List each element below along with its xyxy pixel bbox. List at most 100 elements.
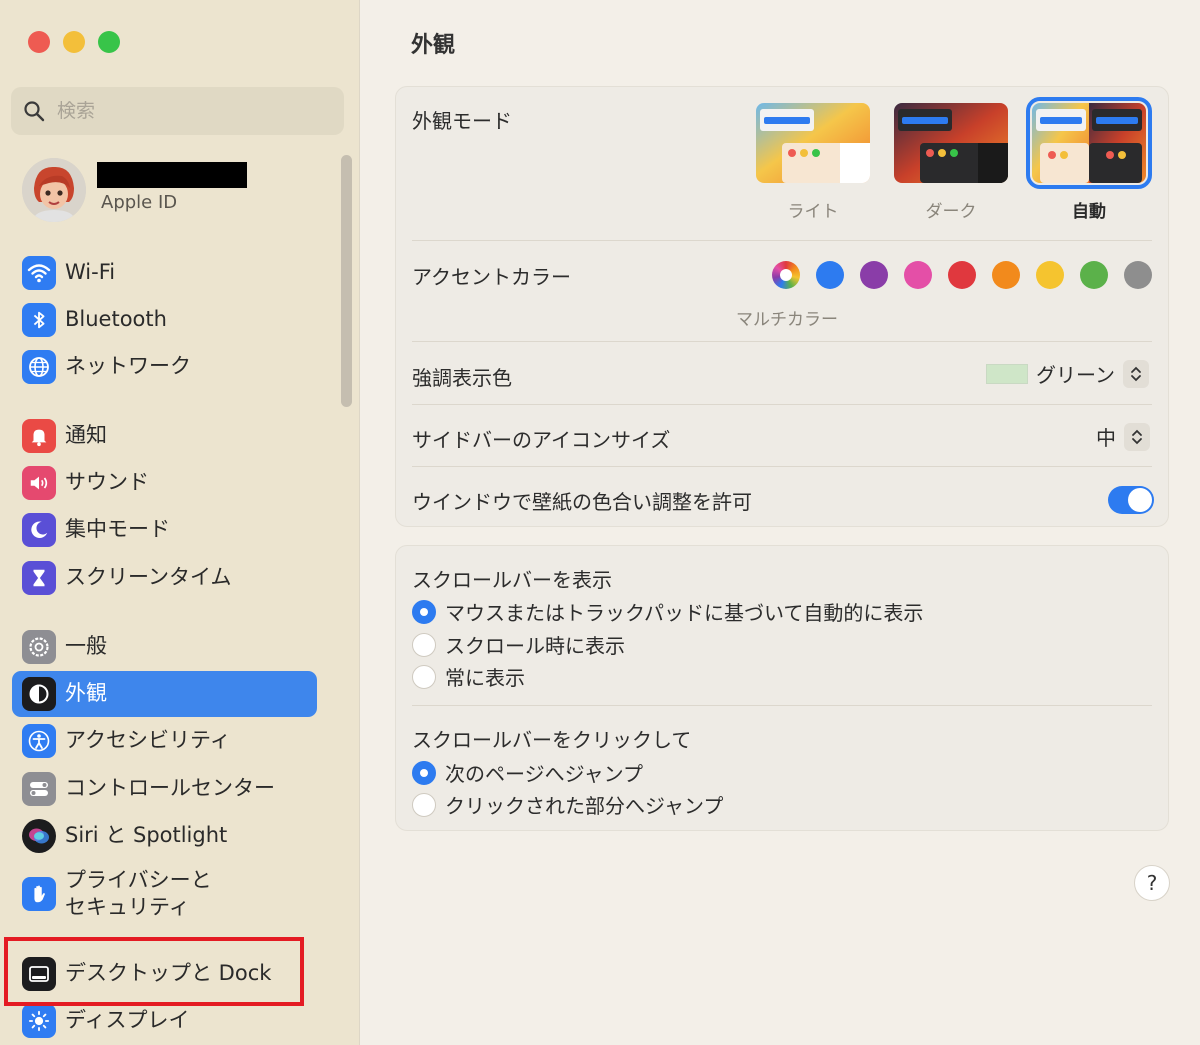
sidebar-item-label: 外観 xyxy=(65,681,107,706)
sidebar-scrollbar[interactable] xyxy=(341,155,352,407)
highlight-color-popup[interactable]: グリーン xyxy=(986,359,1149,388)
mode-light[interactable]: ライト xyxy=(756,103,870,222)
hand-icon xyxy=(22,877,56,911)
zoom-window-button[interactable] xyxy=(98,31,120,53)
network-icon xyxy=(22,350,56,384)
sidebar-item-label-line1: プライバシーと xyxy=(65,867,212,892)
appearance-icon xyxy=(22,677,56,711)
sidebar-item-label: プライバシーと セキュリティ xyxy=(65,867,212,922)
help-button[interactable]: ? xyxy=(1134,865,1170,901)
close-window-button[interactable] xyxy=(28,31,50,53)
mode-dark-caption: ダーク xyxy=(925,202,977,222)
search-input[interactable] xyxy=(57,100,317,122)
radio-dot xyxy=(412,760,436,785)
sidebar-item-focus[interactable]: 集中モード xyxy=(12,507,317,553)
accent-green-swatch[interactable] xyxy=(1080,261,1108,289)
accent-multicolor-swatch[interactable] xyxy=(772,261,800,289)
sidebar-item-label: スクリーンタイム xyxy=(65,565,232,590)
sidebar: Apple ID Wi-Fi Bluetooth ネットワーク 通知 サウンド xyxy=(0,0,360,1045)
gear-icon xyxy=(22,630,56,664)
sidebar-item-appearance[interactable]: 外観 xyxy=(12,671,317,717)
radio-dot xyxy=(412,664,436,689)
sidebar-item-wifi[interactable]: Wi-Fi xyxy=(12,250,317,296)
bluetooth-icon xyxy=(22,303,56,337)
avatar xyxy=(22,158,86,222)
sidebar-item-control-center[interactable]: コントロールセンター xyxy=(12,766,317,812)
sidebar-item-label: Bluetooth xyxy=(65,307,167,332)
accent-pink-swatch[interactable] xyxy=(904,261,932,289)
radio-dot xyxy=(412,599,436,624)
sidebar-icon-size-popup[interactable]: 中 xyxy=(1096,422,1150,451)
show-scrollbars-always-radio[interactable]: 常に表示 xyxy=(412,662,525,691)
accent-purple-swatch[interactable] xyxy=(860,261,888,289)
sidebar-item-label: コントロールセンター xyxy=(65,776,275,801)
accent-red-swatch[interactable] xyxy=(948,261,976,289)
mode-auto-thumbnail xyxy=(1026,97,1152,189)
sidebar-item-general[interactable]: 一般 xyxy=(12,624,317,670)
minimize-window-button[interactable] xyxy=(63,31,85,53)
sidebar-item-label: ディスプレイ xyxy=(65,1008,190,1033)
sidebar-item-sound[interactable]: サウンド xyxy=(12,460,317,506)
sidebar-icon-size-label: サイドバーのアイコンサイズ xyxy=(412,428,671,452)
display-icon xyxy=(22,1004,56,1038)
accent-orange-swatch[interactable] xyxy=(992,261,1020,289)
show-scrollbars-auto-radio[interactable]: マウスまたはトラックパッドに基づいて自動的に表示 xyxy=(412,597,923,626)
main-content: 外観 外観モード ライト ダーク 自動 アクセントカラー マルチカラー 強調表示… xyxy=(361,0,1200,1045)
appearance-panel: 外観モード ライト ダーク 自動 アクセントカラー マルチカラー 強調表示色 グ… xyxy=(395,86,1169,527)
divider xyxy=(412,240,1152,241)
apple-id-label: Apple ID xyxy=(101,192,178,213)
chevron-updown-icon xyxy=(1123,359,1149,388)
sidebar-item-label: Siri と Spotlight xyxy=(65,823,228,848)
accent-blue-swatch[interactable] xyxy=(816,261,844,289)
wallpaper-tinting-toggle[interactable] xyxy=(1108,486,1154,514)
radio-label: スクロール時に表示 xyxy=(445,634,625,658)
divider xyxy=(412,466,1152,467)
screen-time-icon xyxy=(22,561,56,595)
sidebar-item-screen-time[interactable]: スクリーンタイム xyxy=(12,555,317,601)
mode-dark[interactable]: ダーク xyxy=(894,103,1008,222)
divider xyxy=(412,341,1152,342)
radio-label: 常に表示 xyxy=(445,666,525,690)
jump-next-page-radio[interactable]: 次のページへジャンプ xyxy=(412,758,643,787)
sidebar-item-label: サウンド xyxy=(65,470,149,495)
sidebar-item-label: 集中モード xyxy=(65,517,170,542)
mode-auto-caption: 自動 xyxy=(1072,202,1106,222)
sidebar-item-privacy-security[interactable]: プライバシーと セキュリティ xyxy=(12,860,317,928)
accent-graphite-swatch[interactable] xyxy=(1124,261,1152,289)
radio-label: クリックされた部分へジャンプ xyxy=(445,794,724,818)
accessibility-icon xyxy=(22,724,56,758)
mode-light-caption: ライト xyxy=(787,202,839,222)
sidebar-item-siri-spotlight[interactable]: Siri と Spotlight xyxy=(12,813,317,859)
highlight-color-label: 強調表示色 xyxy=(412,366,512,390)
accent-multicolor-caption: マルチカラー xyxy=(736,310,838,330)
radio-dot xyxy=(412,792,436,817)
wifi-icon xyxy=(22,256,56,290)
show-scrollbars-when-scrolling-radio[interactable]: スクロール時に表示 xyxy=(412,630,625,659)
appearance-mode-label: 外観モード xyxy=(412,109,512,133)
sidebar-item-notifications[interactable]: 通知 xyxy=(12,413,317,459)
account-row[interactable] xyxy=(22,158,86,222)
sidebar-item-label: 一般 xyxy=(65,634,107,659)
search-icon xyxy=(24,101,45,122)
chevron-updown-icon xyxy=(1124,422,1150,451)
sidebar-item-label: Wi-Fi xyxy=(65,260,116,285)
click-scrollbar-label: スクロールバーをクリックして xyxy=(412,728,692,752)
sidebar-item-accessibility[interactable]: アクセシビリティ xyxy=(12,718,317,764)
sidebar-item-bluetooth[interactable]: Bluetooth xyxy=(12,297,317,343)
mode-auto[interactable]: 自動 xyxy=(1026,97,1152,222)
search-field[interactable] xyxy=(11,87,344,135)
sidebar-icon-size-value: 中 xyxy=(1096,426,1116,450)
wallpaper-tinting-label: ウインドウで壁紙の色合い調整を許可 xyxy=(412,490,752,514)
jump-clicked-spot-radio[interactable]: クリックされた部分へジャンプ xyxy=(412,790,723,819)
window-controls xyxy=(28,31,120,53)
toggle-knob xyxy=(1128,488,1152,512)
radio-label: 次のページへジャンプ xyxy=(445,762,643,786)
focus-icon xyxy=(22,513,56,547)
control-center-icon xyxy=(22,772,56,806)
accent-yellow-swatch[interactable] xyxy=(1036,261,1064,289)
sidebar-item-network[interactable]: ネットワーク xyxy=(12,344,317,390)
sidebar-item-label-line2: セキュリティ xyxy=(65,895,190,919)
radio-dot xyxy=(412,632,436,657)
sound-icon xyxy=(22,466,56,500)
sidebar-item-label: 通知 xyxy=(65,423,107,448)
